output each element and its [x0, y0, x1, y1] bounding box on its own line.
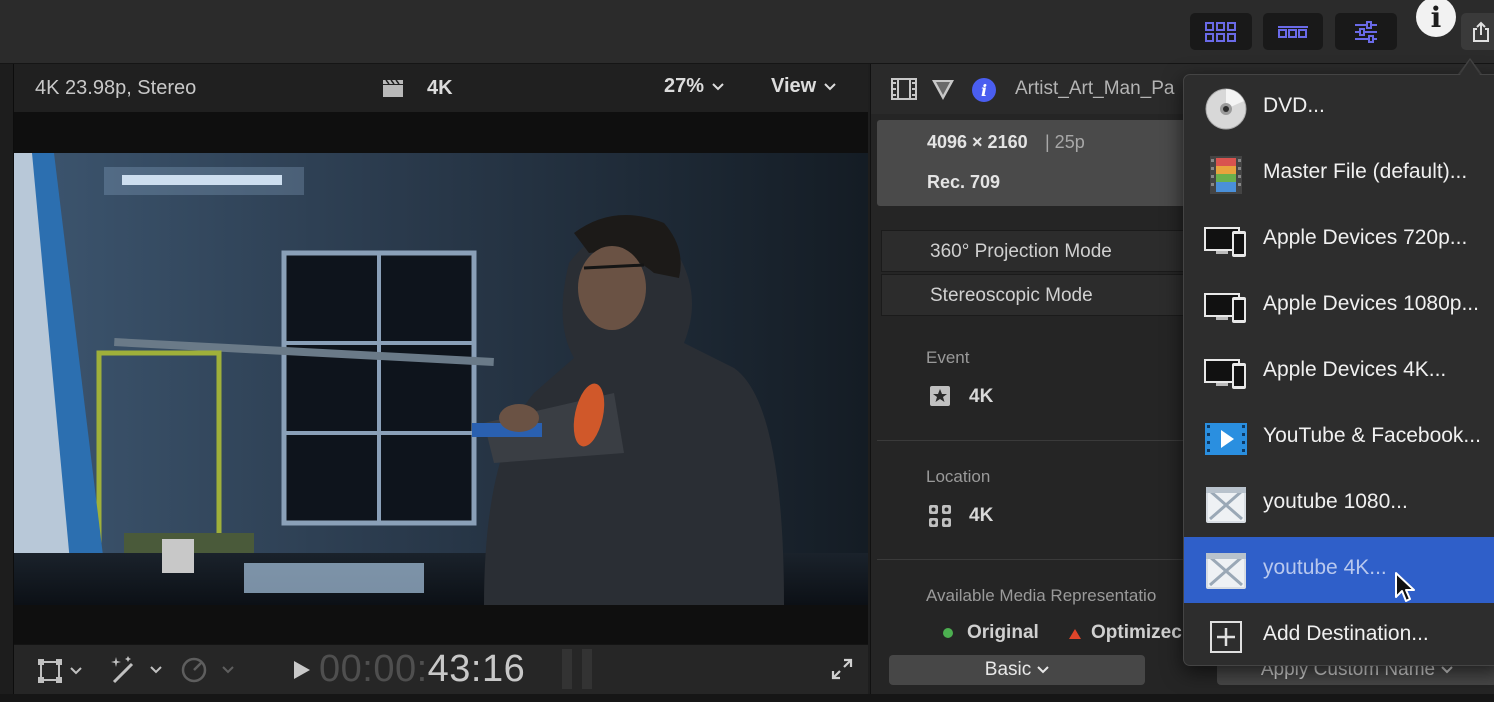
menu-item-youtube-4k[interactable]: youtube 4K... — [1184, 537, 1494, 603]
youtube-facebook-icon — [1205, 423, 1247, 455]
section-divider — [877, 559, 1197, 560]
clapper-icon — [382, 78, 404, 103]
event-value: 4K — [969, 386, 994, 407]
info-icon[interactable]: i — [1416, 0, 1456, 37]
apple-devices-icon — [1204, 227, 1246, 257]
transform-icon — [38, 659, 62, 683]
video-frame — [14, 153, 868, 605]
menu-item-apple-4k[interactable]: Apple Devices 4K... — [1184, 339, 1494, 405]
timeline-filmstrip-icon — [1278, 25, 1308, 38]
audio-meter-icon — [560, 647, 596, 696]
master-file-icon — [1210, 156, 1242, 194]
viewer-format-label: 4K 23.98p, Stereo — [35, 77, 197, 99]
browser-toggle-button[interactable] — [1190, 13, 1252, 50]
play-button[interactable] — [292, 659, 312, 686]
info-tab-icon[interactable]: i — [971, 77, 997, 108]
inspector-sliders-icon — [1355, 20, 1377, 43]
timecode-seconds-frames: 43:16 — [427, 648, 526, 690]
view-menu[interactable]: View — [771, 75, 836, 98]
share-destinations-menu: DVD... Master File (default)... Apple De… — [1183, 74, 1494, 666]
original-status-dot — [943, 628, 953, 638]
dvd-disc-icon — [1205, 88, 1247, 130]
stereo-mode-row[interactable]: Stereoscopic Mode — [881, 274, 1201, 316]
compressor-icon — [1206, 487, 1246, 523]
zoom-value: 27% — [664, 75, 705, 97]
fullscreen-icon — [831, 658, 853, 680]
share-icon — [1473, 21, 1489, 42]
media-representations-label: Available Media Representatio — [926, 586, 1157, 605]
color-filter-icon[interactable] — [931, 79, 955, 106]
apple-devices-icon — [1204, 293, 1246, 323]
left-sidebar-edge — [0, 64, 14, 702]
section-divider — [877, 440, 1197, 441]
menu-item-youtube-1080[interactable]: youtube 1080... — [1184, 471, 1494, 537]
basic-button-label: Basic — [984, 659, 1032, 680]
projection-mode-row[interactable]: 360° Projection Mode — [881, 230, 1201, 272]
play-icon — [294, 661, 310, 679]
location-value: 4K — [969, 505, 994, 526]
event-star-icon — [929, 385, 951, 412]
menu-item-apple-1080p[interactable]: Apple Devices 1080p... — [1184, 273, 1494, 339]
resolution-label: 4096 × 2160 — [927, 132, 1028, 152]
timecode-hours-minutes: 00:00: — [319, 648, 428, 690]
metadata-view-popup[interactable]: Basic — [889, 655, 1145, 685]
chevron-down-icon — [824, 82, 836, 90]
browser-grid-icon — [1205, 21, 1236, 42]
timecode-display[interactable]: 00:00:43:16 — [319, 648, 525, 691]
chevron-down-icon — [150, 666, 162, 674]
magic-wand-icon — [111, 656, 134, 684]
timeline-toggle-button[interactable] — [1263, 13, 1323, 50]
projection-mode-label: 360° Projection Mode — [930, 241, 1112, 262]
chevron-down-icon — [712, 82, 724, 90]
fullscreen-button[interactable] — [830, 657, 854, 686]
retime-tool[interactable] — [180, 656, 234, 684]
optimized-media-label: Optimizec — [1091, 622, 1182, 643]
top-toolbar: i — [0, 0, 1494, 64]
inspector-toggle-button[interactable] — [1335, 13, 1397, 50]
event-label: Event — [926, 348, 970, 367]
location-label: Location — [926, 467, 991, 486]
color-space-label: Rec. 709 — [927, 172, 1001, 192]
stereo-mode-label: Stereoscopic Mode — [930, 285, 1093, 306]
view-menu-label: View — [771, 75, 817, 97]
viewer-clip-name: 4K — [427, 77, 453, 99]
transform-tool[interactable] — [36, 657, 82, 685]
chevron-down-icon — [222, 666, 234, 674]
chevron-down-icon — [1441, 666, 1453, 674]
svg-text:i: i — [981, 81, 987, 100]
zoom-menu[interactable]: 27% — [664, 75, 724, 98]
viewer-header: 4K 23.98p, Stereo 4K 27% View — [14, 64, 868, 112]
inspector-file-name: Artist_Art_Man_Pa — [1015, 78, 1175, 99]
original-media-label: Original — [967, 622, 1039, 643]
window-bottom-edge — [0, 694, 1494, 702]
frame-rate-label: | 25p — [1045, 132, 1085, 152]
menu-item-master-file[interactable]: Master File (default)... — [1184, 141, 1494, 207]
menu-item-add-destination[interactable]: Add Destination... — [1184, 603, 1494, 665]
filmstrip-icon[interactable] — [891, 78, 917, 105]
chevron-down-icon — [1037, 666, 1049, 674]
optimized-warning-icon — [1068, 627, 1082, 645]
share-button[interactable] — [1461, 13, 1494, 50]
apple-devices-icon — [1204, 359, 1246, 389]
chevron-down-icon — [70, 667, 82, 675]
menu-item-dvd[interactable]: DVD... — [1184, 75, 1494, 141]
speedometer-icon — [181, 657, 207, 683]
enhance-tool[interactable] — [108, 655, 162, 685]
menu-pointer-fill — [1460, 60, 1480, 75]
menu-item-youtube-facebook[interactable]: YouTube & Facebook... — [1184, 405, 1494, 471]
library-grid-icon — [928, 504, 952, 533]
format-summary: 4096 × 2160 | 25p Rec. 709 — [877, 120, 1197, 206]
add-destination-icon — [1210, 621, 1242, 653]
mouse-cursor-icon — [1394, 571, 1416, 608]
menu-item-apple-720p[interactable]: Apple Devices 720p... — [1184, 207, 1494, 273]
compressor-icon — [1206, 553, 1246, 589]
